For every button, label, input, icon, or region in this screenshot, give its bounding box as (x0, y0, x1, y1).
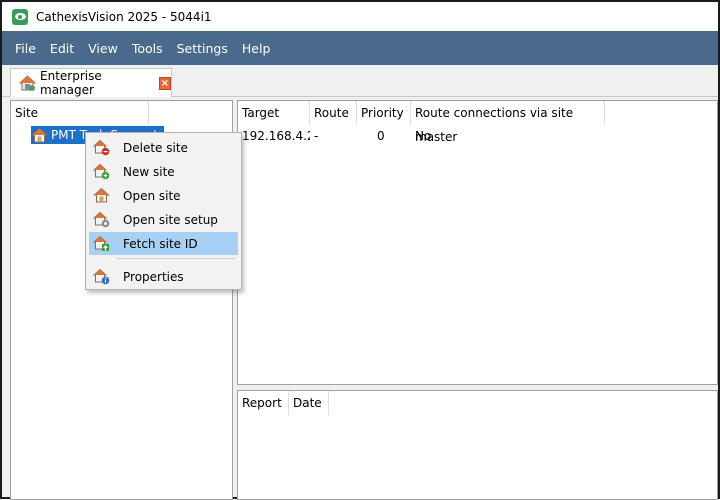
tab-enterprise-manager[interactable]: Enterprise manager × (10, 68, 172, 97)
menu-separator (116, 258, 236, 259)
menu-item-new-site[interactable]: New site (89, 160, 238, 183)
window-title: CathexisVision 2025 - 5044i1 (36, 9, 212, 24)
house-add-icon (93, 163, 110, 180)
cathexis-logo-icon (12, 8, 28, 25)
menu-item-label: Delete site (123, 140, 188, 155)
menu-item-open-site[interactable]: Open site (89, 184, 238, 207)
menu-item-label: Properties (123, 269, 184, 284)
menu-item-properties[interactable]: Properties (89, 265, 238, 288)
target-header-row: Target Route Priority Route connections … (238, 101, 605, 144)
column-header-site[interactable]: Site (11, 101, 149, 125)
column-header-date[interactable]: Date (289, 391, 329, 415)
menu-view[interactable]: View (81, 41, 125, 56)
house-info-icon (93, 268, 110, 285)
column-header-target[interactable]: Target (238, 101, 310, 125)
cell-route-via-master: No (415, 129, 432, 143)
house-fetch-id-icon (93, 235, 110, 252)
column-header-report[interactable]: Report (238, 391, 289, 415)
menu-item-label: Open site (123, 188, 181, 203)
site-header-row: Site (11, 101, 149, 125)
menu-item-fetch-site-id[interactable]: Fetch site ID (89, 232, 238, 255)
report-header-row: Report Date (238, 391, 329, 415)
tab-close-icon[interactable]: × (158, 76, 171, 90)
house-icon (31, 127, 48, 144)
enterprise-manager-icon (19, 74, 36, 92)
cell-route: - (314, 129, 319, 143)
menu-file[interactable]: File (8, 41, 43, 56)
menu-item-label: New site (123, 164, 175, 179)
column-header-priority[interactable]: Priority (357, 101, 411, 125)
cell-target: 192.168.4.254 (242, 129, 310, 143)
table-row[interactable]: 192.168.4.254 - 0 No (238, 127, 605, 145)
tab-label: Enterprise manager (40, 69, 102, 97)
house-icon (93, 187, 110, 204)
cell-priority: 0 (377, 129, 385, 143)
menu-edit[interactable]: Edit (43, 41, 81, 56)
menu-item-delete-site[interactable]: Delete site (89, 136, 238, 159)
column-header-route[interactable]: Route (310, 101, 357, 125)
column-header-route-connections[interactable]: Route connections via site master (411, 101, 605, 144)
report-table-panel: Report Date (237, 390, 718, 500)
house-delete-icon (93, 139, 110, 156)
menu-settings[interactable]: Settings (170, 41, 235, 56)
menu-item-label: Fetch site ID (123, 236, 198, 251)
menu-bar: File Edit View Tools Settings Help (2, 31, 718, 65)
title-bar: CathexisVision 2025 - 5044i1 (2, 2, 718, 31)
menu-help[interactable]: Help (235, 41, 278, 56)
house-setup-icon (93, 211, 110, 228)
target-table-panel: Target Route Priority Route connections … (237, 100, 718, 385)
menu-tools[interactable]: Tools (125, 41, 170, 56)
tab-strip: Enterprise manager × (2, 65, 718, 97)
context-menu: Delete site New site Open site Open site… (85, 132, 242, 290)
menu-item-label: Open site setup (123, 212, 218, 227)
menu-item-open-site-setup[interactable]: Open site setup (89, 208, 238, 231)
